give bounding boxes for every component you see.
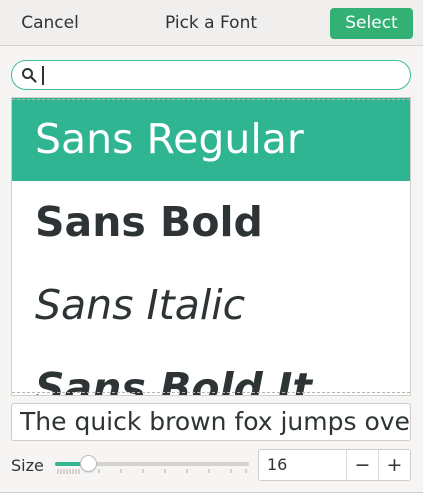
list-bottom-divider [12,392,410,393]
list-top-divider [12,99,410,100]
preview-text[interactable]: The quick brown fox jumps over the lazy … [20,405,410,439]
cancel-button[interactable]: Cancel [10,8,90,38]
search-field[interactable] [11,60,411,90]
preview-field[interactable]: The quick brown fox jumps over the lazy … [11,403,411,441]
size-label: Size [11,456,44,475]
decrease-size-button[interactable]: − [346,450,378,480]
font-item-sans-bold[interactable]: Sans Bold [12,181,410,264]
select-button[interactable]: Select [330,8,413,39]
search-input[interactable] [42,64,402,86]
text-cursor [42,66,44,85]
size-spinbutton[interactable]: − + [258,449,411,481]
font-chooser-dialog: Cancel Pick a Font Select Sans Regular S… [0,0,423,493]
dialog-title: Pick a Font [164,13,258,33]
font-item-sans-italic[interactable]: Sans Italic [12,264,410,347]
increase-size-button[interactable]: + [378,450,410,480]
size-slider[interactable] [55,455,249,477]
header-bar: Cancel Pick a Font Select [0,0,423,46]
font-list[interactable]: Sans Regular Sans Bold Sans Italic Sans … [11,97,411,396]
slider-knob[interactable] [80,455,97,472]
search-icon [21,67,37,83]
font-item-sans-bold-italic[interactable]: Sans Bold It [12,347,410,395]
size-input[interactable] [267,450,345,480]
font-item-sans-regular[interactable]: Sans Regular [12,98,410,181]
